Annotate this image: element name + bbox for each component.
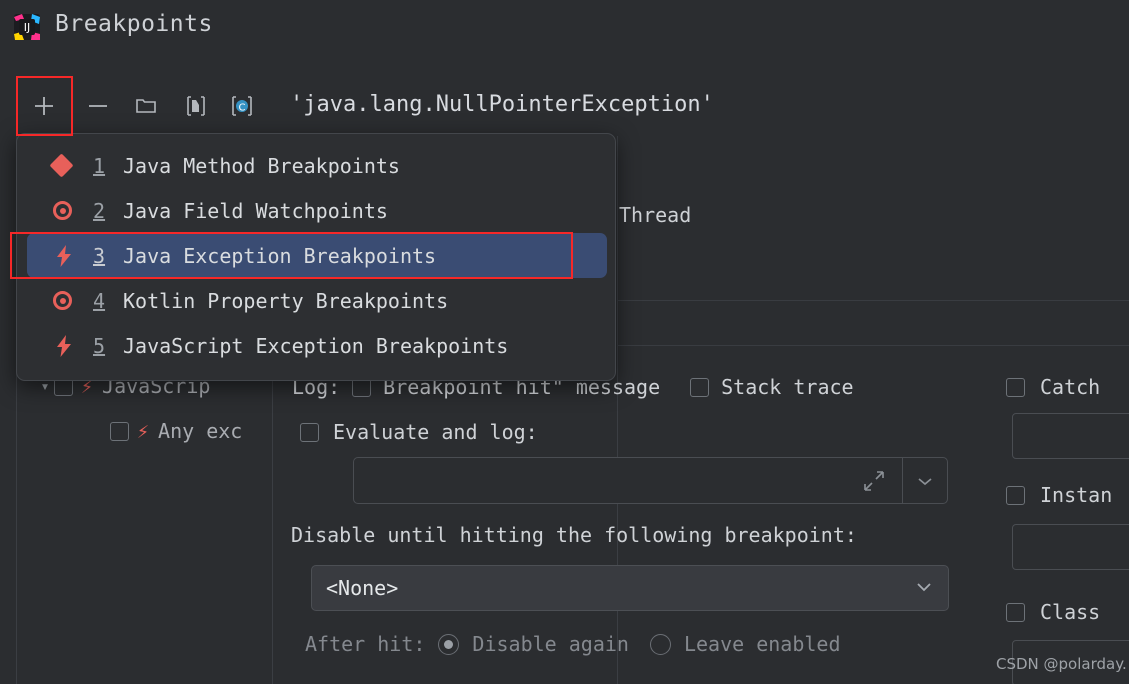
menu-item-java-field-watchpoints[interactable]: 2 Java Field Watchpoints — [27, 188, 605, 233]
bolt-icon — [53, 244, 93, 268]
menu-item-number: 4 — [93, 288, 106, 313]
disable-until-breakpoint-value: <None> — [326, 576, 399, 600]
page-title: Breakpoints — [55, 11, 213, 37]
leave-enabled-label: Leave enabled — [683, 632, 841, 656]
tree-item-any-exception[interactable]: ⚡ Any exc — [110, 419, 242, 443]
minus-icon — [89, 105, 107, 107]
diamond-icon — [49, 153, 93, 178]
catch-filter-row: Catch — [1006, 375, 1100, 399]
add-breakpoint-menu: 1 Java Method Breakpoints 2 Java Field W… — [16, 133, 616, 381]
disable-until-label: Disable until hitting the following brea… — [291, 523, 857, 547]
thread-label: Thread — [619, 203, 692, 227]
add-breakpoint-button[interactable] — [16, 78, 72, 134]
stack-trace-label: Stack trace — [721, 375, 854, 399]
instance-filter-row: Instan — [1006, 483, 1112, 507]
evaluate-and-log-checkbox[interactable] — [300, 422, 319, 442]
watermark: CSDN @polarday. — [996, 655, 1127, 673]
after-hit-label: After hit: — [305, 632, 426, 656]
after-hit-row: After hit: Disable again Leave enabled — [305, 632, 841, 656]
stack-trace-checkbox[interactable] — [690, 377, 710, 397]
save-to-file-icon — [187, 96, 205, 116]
svg-text:C: C — [239, 103, 246, 114]
bolt-icon — [53, 334, 93, 358]
class-label: Class — [1040, 600, 1101, 624]
menu-item-label: Java Field Watchpoints — [123, 198, 388, 223]
title-bar: IJ Breakpoints — [0, 0, 1129, 58]
bolt-icon: ⚡ — [137, 419, 150, 443]
menu-item-number: 3 — [93, 243, 106, 268]
plus-icon — [35, 97, 53, 115]
folder-icon — [136, 99, 156, 113]
menu-item-label: JavaScript Exception Breakpoints — [123, 333, 509, 358]
leave-enabled-radio[interactable] — [649, 633, 671, 655]
menu-item-kotlin-property-breakpoints[interactable]: 4 Kotlin Property Breakpoints — [27, 278, 605, 323]
evaluate-and-log-row: Evaluate and log: — [300, 420, 538, 444]
section-divider-2 — [617, 345, 1129, 346]
chevron-down-icon[interactable] — [914, 578, 934, 598]
instance-checkbox[interactable] — [1006, 485, 1025, 505]
catch-filter-input[interactable] — [1012, 413, 1129, 459]
menu-item-label: Java Method Breakpoints — [123, 153, 400, 178]
toolbar: C 'java.lang.NullPointerException' — [0, 78, 1129, 134]
disable-again-label: Disable again — [472, 632, 629, 656]
expand-icon[interactable] — [845, 458, 902, 503]
catch-checkbox[interactable] — [1006, 377, 1025, 397]
menu-item-javascript-exception-breakpoints[interactable]: 5 JavaScript Exception Breakpoints — [27, 323, 605, 368]
kotlin-class-button[interactable]: C — [214, 78, 270, 134]
tree-item-label: Any exc — [158, 419, 243, 443]
intellij-idea-icon: IJ — [12, 12, 42, 42]
evaluate-expression-input[interactable] — [353, 457, 948, 504]
instance-filter-input[interactable] — [1012, 524, 1129, 570]
menu-item-number: 1 — [93, 153, 106, 178]
instance-label: Instan — [1040, 483, 1113, 507]
chevron-down-icon[interactable] — [902, 458, 947, 503]
class-filter-row: Class — [1006, 600, 1100, 624]
catch-label: Catch — [1040, 375, 1101, 399]
disable-until-breakpoint-select[interactable]: <None> — [311, 565, 949, 611]
menu-item-java-method-breakpoints[interactable]: 1 Java Method Breakpoints — [27, 143, 605, 188]
menu-item-label: Kotlin Property Breakpoints — [123, 288, 449, 313]
group-breakpoints-button[interactable] — [118, 78, 174, 134]
tree-checkbox[interactable] — [110, 421, 129, 441]
menu-item-label: Java Exception Breakpoints — [123, 243, 437, 268]
svg-text:IJ: IJ — [24, 21, 31, 34]
menu-item-java-exception-breakpoints[interactable]: 3 Java Exception Breakpoints — [27, 233, 607, 278]
disable-again-radio[interactable] — [438, 633, 460, 655]
breakpoints-dialog: IJ Breakpoints C 'java.lang.NullPointerE… — [0, 0, 1129, 684]
eye-icon — [53, 291, 93, 310]
evaluate-and-log-label: Evaluate and log: — [333, 420, 538, 444]
menu-item-number: 5 — [93, 333, 106, 358]
kotlin-class-icon: C — [232, 96, 252, 116]
menu-item-number: 2 — [93, 198, 106, 223]
eye-icon — [53, 201, 93, 220]
section-divider-1 — [617, 300, 1129, 301]
breakpoint-title: 'java.lang.NullPointerException' — [290, 92, 714, 117]
class-checkbox[interactable] — [1006, 602, 1025, 622]
